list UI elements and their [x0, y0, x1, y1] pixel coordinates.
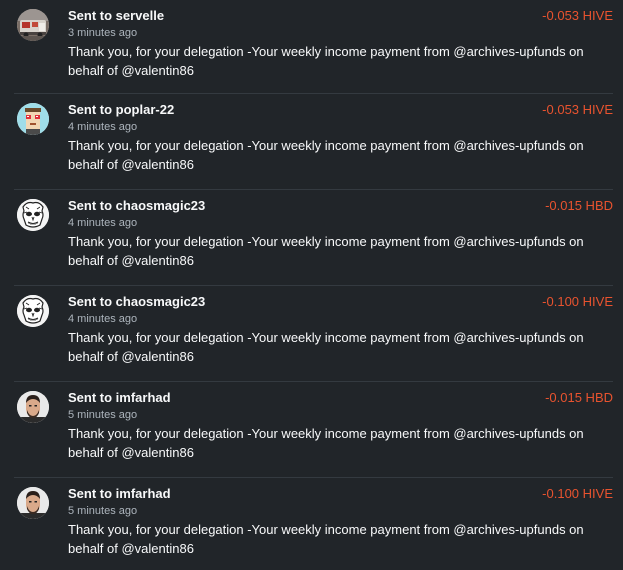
transaction-amount: -0.053 HIVE: [542, 102, 613, 117]
transaction-title[interactable]: Sent to poplar-22: [68, 102, 174, 118]
transaction-time: 3 minutes ago: [68, 27, 138, 39]
transaction-title[interactable]: Sent to imfarhad: [68, 486, 171, 502]
transaction-row[interactable]: Sent to chaosmagic23 4 minutes ago -0.10…: [14, 286, 613, 382]
imfarhad-avatar-icon[interactable]: [17, 391, 49, 423]
poplar-22-avatar-icon[interactable]: [17, 103, 49, 135]
transaction-row[interactable]: Sent to chaosmagic23 4 minutes ago -0.01…: [14, 190, 613, 286]
servelle-avatar-icon[interactable]: [17, 9, 49, 41]
transaction-amount: -0.100 HIVE: [542, 294, 613, 309]
transaction-feed: Sent to servelle 3 minutes ago -0.053 HI…: [0, 0, 623, 570]
transaction-row[interactable]: Sent to servelle 3 minutes ago -0.053 HI…: [14, 0, 613, 94]
transaction-time: 4 minutes ago: [68, 121, 138, 133]
transaction-amount: -0.053 HIVE: [542, 8, 613, 23]
imfarhad-avatar-icon[interactable]: [17, 487, 49, 519]
transaction-memo: Thank you, for your delegation -Your wee…: [68, 44, 584, 78]
transaction-memo: Thank you, for your delegation -Your wee…: [68, 138, 584, 172]
transaction-amount: -0.015 HBD: [545, 390, 613, 405]
transaction-memo: Thank you, for your delegation -Your wee…: [68, 330, 584, 364]
transaction-row[interactable]: Sent to poplar-22 4 minutes ago -0.053 H…: [14, 94, 613, 190]
transaction-memo: Thank you, for your delegation -Your wee…: [68, 234, 584, 268]
transaction-title[interactable]: Sent to imfarhad: [68, 390, 171, 406]
transaction-memo: Thank you, for your delegation -Your wee…: [68, 522, 584, 556]
transaction-time: 4 minutes ago: [68, 313, 138, 325]
transaction-amount: -0.100 HIVE: [542, 486, 613, 501]
transaction-title[interactable]: Sent to servelle: [68, 8, 164, 24]
chaosmagic23-avatar-icon[interactable]: [17, 199, 49, 231]
transaction-time: 5 minutes ago: [68, 409, 138, 421]
transaction-row[interactable]: Sent to imfarhad 5 minutes ago -0.015 HB…: [14, 382, 613, 478]
transaction-title[interactable]: Sent to chaosmagic23: [68, 198, 205, 214]
transaction-amount: -0.015 HBD: [545, 198, 613, 213]
transaction-title[interactable]: Sent to chaosmagic23: [68, 294, 205, 310]
chaosmagic23-avatar-icon[interactable]: [17, 295, 49, 327]
transaction-row[interactable]: Sent to imfarhad 5 minutes ago -0.100 HI…: [14, 478, 613, 570]
transaction-memo: Thank you, for your delegation -Your wee…: [68, 426, 584, 460]
transaction-time: 5 minutes ago: [68, 505, 138, 517]
transaction-time: 4 minutes ago: [68, 217, 138, 229]
